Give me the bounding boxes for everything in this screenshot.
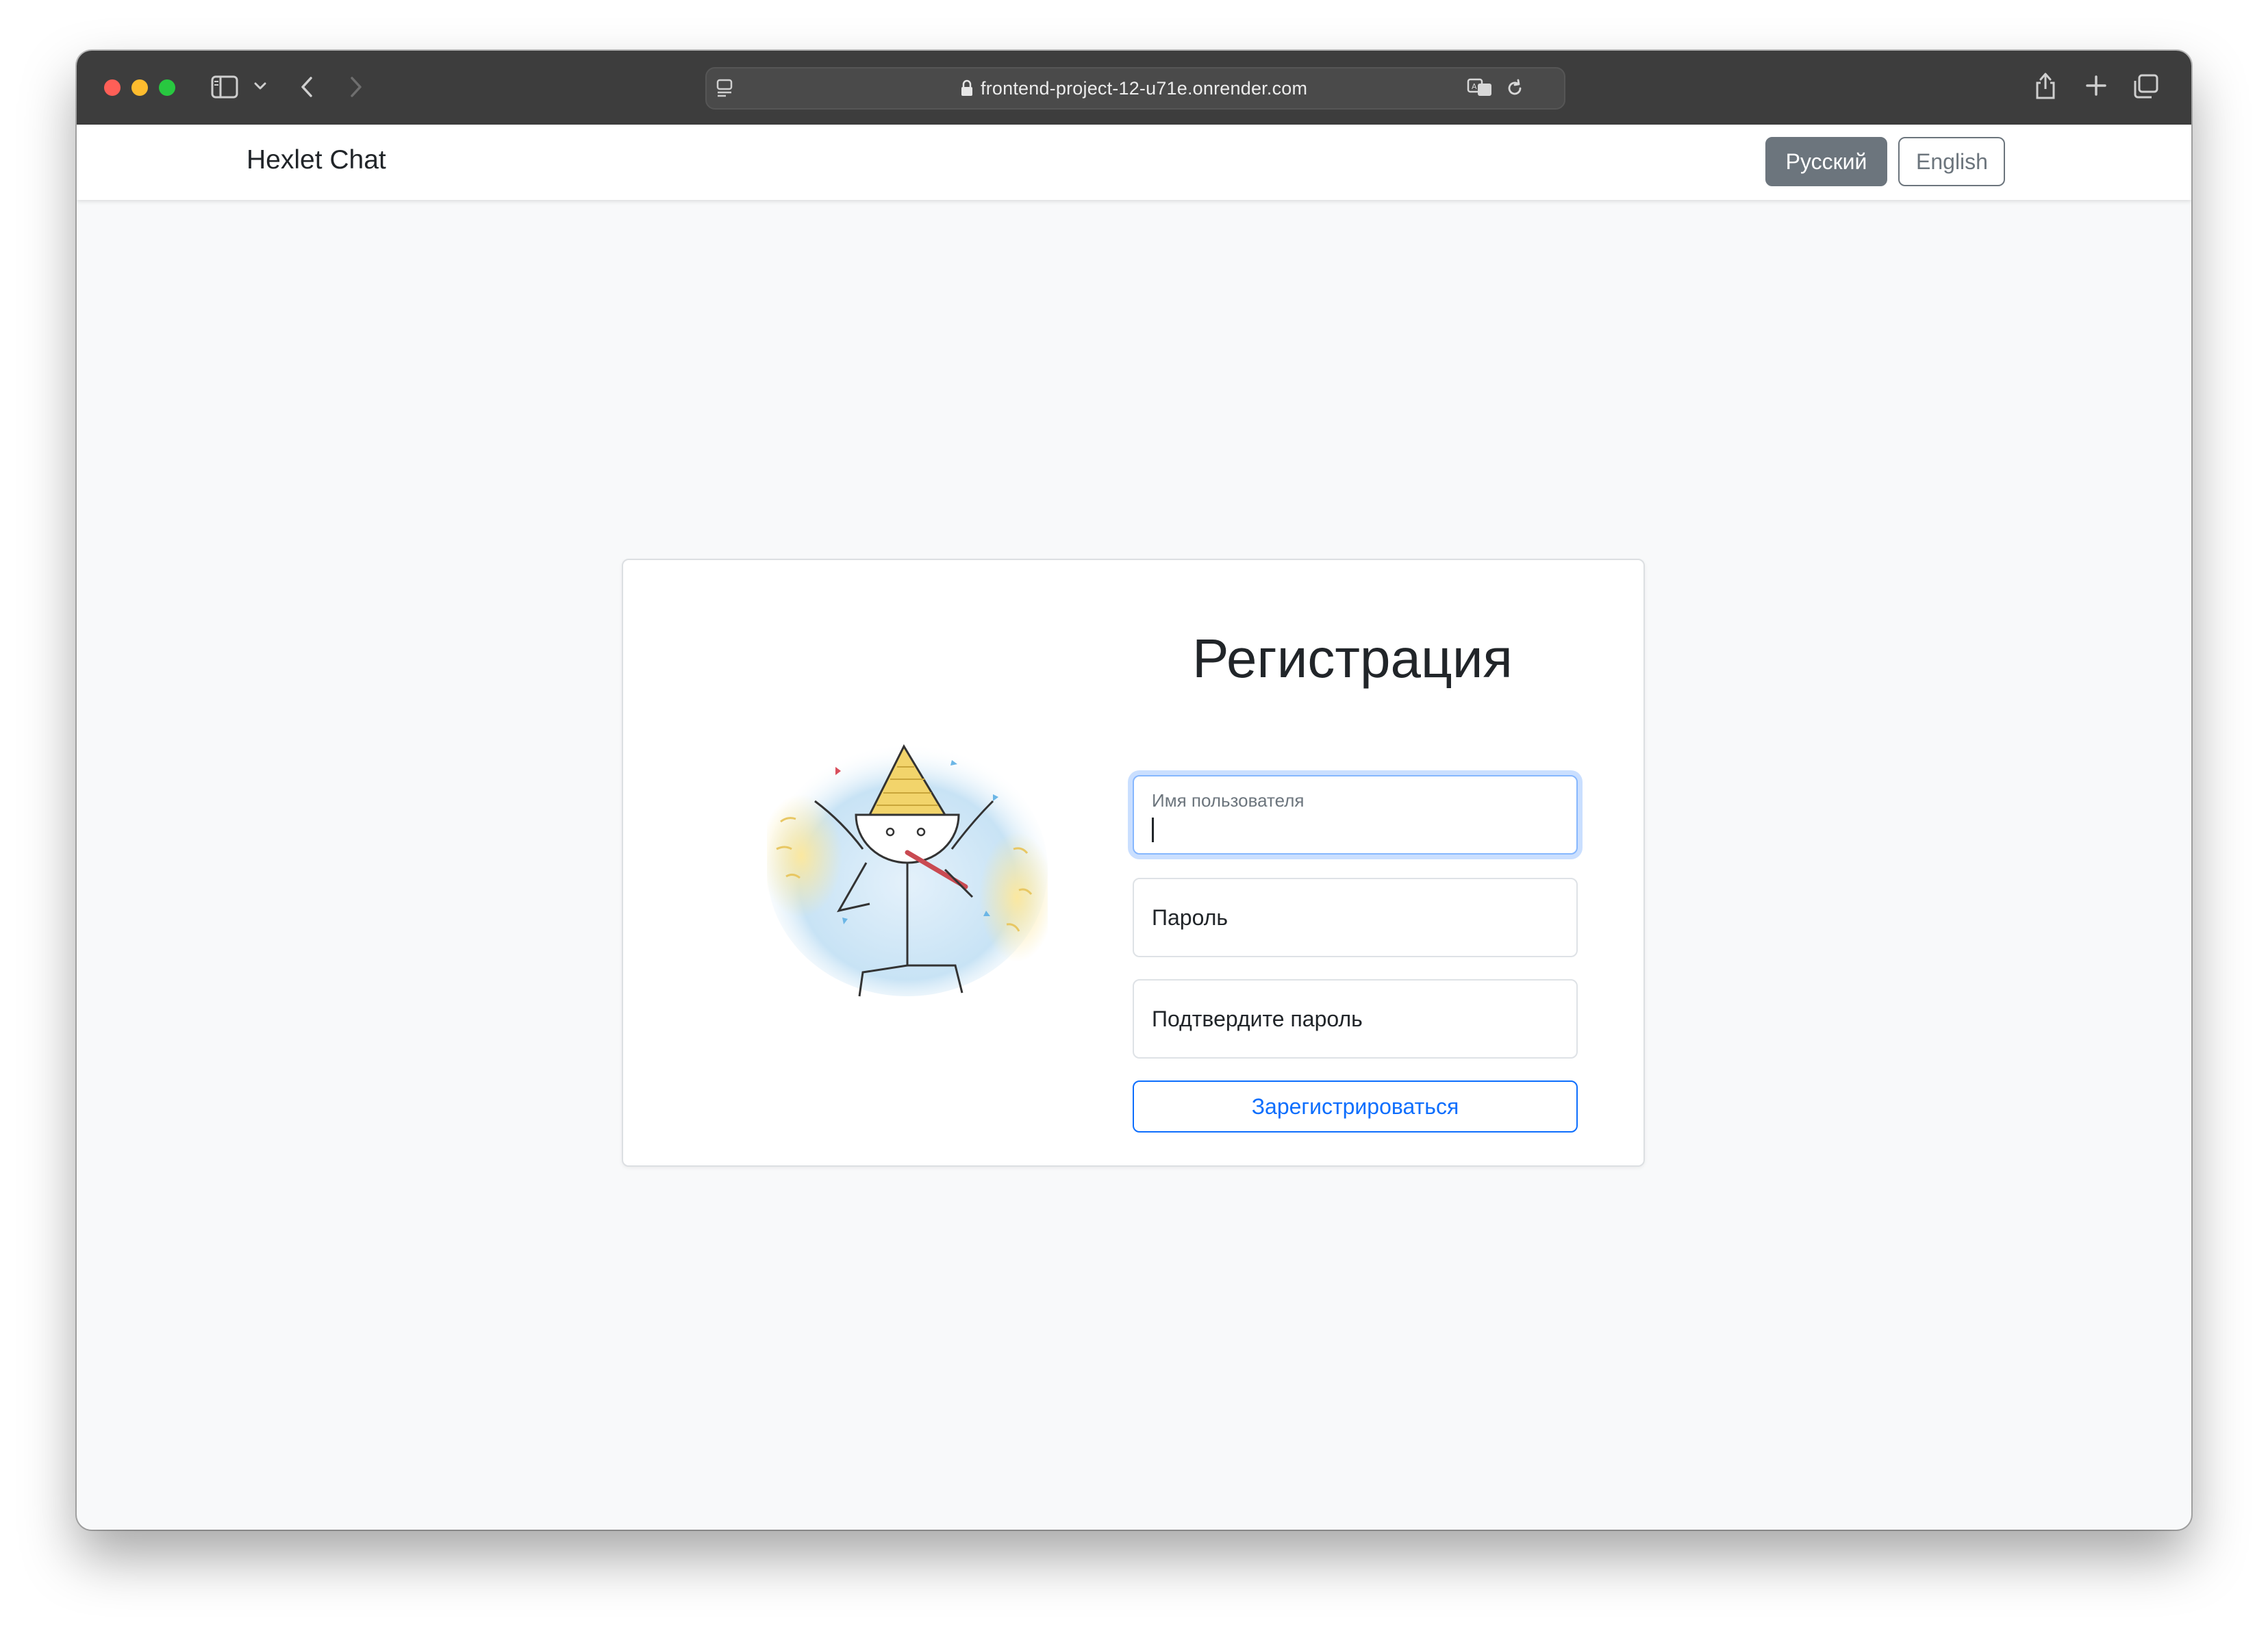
confirm-password-field[interactable]: Подтвердите пароль bbox=[1133, 979, 1578, 1059]
lock-icon bbox=[960, 79, 974, 101]
url-text: frontend-project-12-u71e.onrender.com bbox=[981, 78, 1308, 99]
confirm-password-label: Подтвердите пароль bbox=[1152, 1007, 1363, 1031]
minimize-window-button[interactable] bbox=[131, 79, 148, 96]
register-button[interactable]: Зарегистрироваться bbox=[1133, 1080, 1578, 1133]
svg-text:A: A bbox=[1472, 82, 1477, 91]
browser-toolbar: frontend-project-12-u71e.onrender.com A bbox=[77, 51, 2191, 126]
password-label: Пароль bbox=[1152, 905, 1228, 930]
text-cursor bbox=[1152, 818, 1154, 842]
browser-window: frontend-project-12-u71e.onrender.com A … bbox=[77, 51, 2191, 1530]
back-icon[interactable] bbox=[297, 75, 318, 99]
close-window-button[interactable] bbox=[104, 79, 121, 96]
party-illustration bbox=[767, 743, 1048, 997]
forward-icon[interactable] bbox=[345, 75, 366, 99]
brand-link[interactable]: Hexlet Chat bbox=[247, 145, 386, 175]
language-ru-button[interactable]: Русский bbox=[1765, 137, 1887, 186]
share-icon[interactable] bbox=[2034, 71, 2057, 100]
tabs-icon[interactable] bbox=[2132, 74, 2158, 99]
password-field[interactable]: Пароль bbox=[1133, 878, 1578, 957]
site-navbar: Hexlet Chat Русский English bbox=[77, 125, 2191, 200]
signup-card: Регистрация Имя пользователя Пароль Подт… bbox=[622, 559, 1645, 1167]
page-menu-icon[interactable] bbox=[716, 78, 734, 101]
plus-icon[interactable] bbox=[2084, 74, 2108, 97]
chevron-down-icon[interactable] bbox=[253, 81, 267, 92]
zoom-window-button[interactable] bbox=[159, 79, 175, 96]
reload-icon[interactable] bbox=[1505, 78, 1524, 102]
page-title: Регистрация bbox=[1192, 628, 1513, 689]
username-label: Имя пользователя bbox=[1152, 790, 1305, 811]
language-en-button[interactable]: English bbox=[1898, 137, 2005, 186]
translate-icon[interactable]: A bbox=[1467, 77, 1494, 102]
sidebar-icon[interactable] bbox=[211, 75, 238, 99]
address-bar[interactable]: frontend-project-12-u71e.onrender.com A bbox=[705, 67, 1565, 110]
username-field[interactable]: Имя пользователя bbox=[1133, 775, 1578, 855]
